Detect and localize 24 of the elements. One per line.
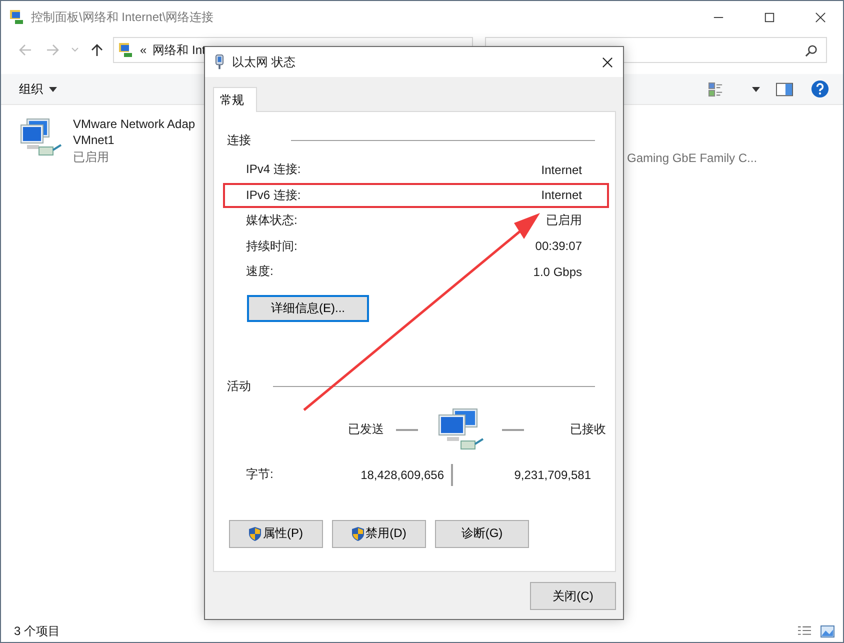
field-value: 1.0 Gbps [533,264,582,279]
item-count: 3 个项目 [14,622,60,640]
field-value: 已启用 [546,212,582,230]
bytes-received: 9,231,709,581 [513,468,591,482]
received-label: 已接收 [569,421,606,438]
field-label: 持续时间: [246,238,298,255]
adapter-device: VMnet1 [73,133,116,147]
section-heading: 连接 [227,132,251,149]
section-heading: 活动 [227,378,251,394]
adapter-name: VMware Network Adap [73,117,196,131]
field-label: IPv4 连接: [246,161,301,178]
field-value: 00:39:07 [535,239,582,254]
window-title: 控制面板\网络和 Internet\网络连接 [31,8,214,26]
field-value: Internet [541,188,582,202]
bytes-label: 字节: [245,466,274,483]
field-label: 速度: [246,263,274,280]
field-label: IPv6 连接: [246,186,301,204]
adapter-status: 已启用 [73,149,110,166]
field-label: 媒体状态: [246,212,298,230]
adapter-device: Gaming GbE Family C... [627,151,758,165]
field-value: Internet [541,162,582,177]
sent-label: 已发送 [347,421,384,438]
bytes-sent: 18,428,609,656 [360,468,444,482]
dialog-title: 以太网 状态 [232,54,296,70]
